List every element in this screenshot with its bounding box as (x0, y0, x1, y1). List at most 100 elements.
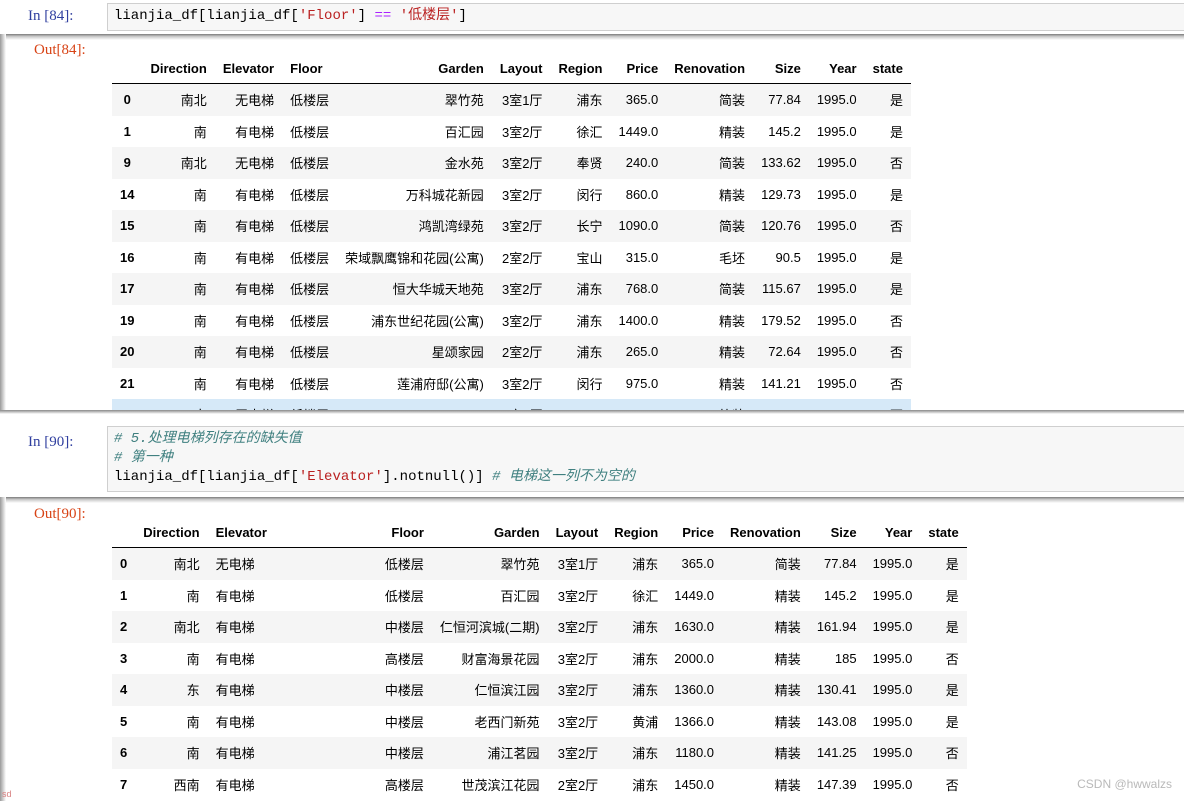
table-row[interactable]: 16 南 有电梯 低楼层 荣域飘鹰锦和花园(公寓) 2室2厅 宝山 315.0 毛坯 90.5 19… (112, 242, 911, 274)
table-cell: 仁恒河滨城(二期) (439, 620, 540, 636)
column-header: Renovation (722, 517, 809, 548)
column-header: Elevator (207, 517, 275, 548)
table-cell: 浦东 (576, 345, 603, 361)
table-cell: 2室2厅 (501, 250, 543, 266)
table-cell: 77.84 (824, 556, 857, 572)
table-cell: 精装 (719, 187, 746, 203)
code-input-84[interactable]: lianjia_df[lianjia_df['Floor'] == '低楼层'] (107, 3, 1184, 31)
table-row[interactable]: 7 西南 有电梯 高楼层 世茂滨江花园 2室2厅 浦东 1450.0 精装 147.39 1995.… (112, 769, 967, 801)
table-cell: 南 (193, 187, 207, 203)
row-index: 0 (120, 556, 128, 572)
table-cell: 315.0 (625, 249, 659, 265)
table-cell: 有电梯 (215, 651, 255, 667)
table-row[interactable]: 0 南北 无电梯 低楼层 翠竹苑 3室1厅 浦东 365.0 简装 77.84 1995.0 是 (112, 547, 967, 580)
table-row[interactable]: 20 南 有电梯 低楼层 星颂家园 2室2厅 浦东 265.0 精装 72.64 1995.0 否 (112, 336, 911, 368)
table-cell: 1995.0 (872, 650, 913, 666)
table-cell: 3室1厅 (557, 557, 599, 573)
table-cell: 是 (945, 588, 959, 604)
table-cell: 浦东 (632, 557, 659, 573)
table-cell: 简装 (719, 156, 746, 172)
table-cell: 低楼层 (290, 124, 330, 140)
table-row[interactable]: 2 南北 有电梯 中楼层 仁恒河滨城(二期) 3室2厅 浦东 1630.0 精装 161.94 19… (112, 611, 967, 643)
code-string: 'Floor' (298, 8, 358, 24)
row-index: 15 (120, 218, 135, 234)
table-cell: 是 (889, 187, 903, 203)
table-cell: 世茂滨江花园 (461, 777, 540, 793)
table-cell: 145.2 (824, 587, 857, 603)
table-cell: 有电梯 (235, 282, 275, 298)
column-header: Region (606, 517, 667, 548)
table-cell: 低楼层 (290, 93, 330, 109)
table-cell: 3室2厅 (557, 588, 599, 604)
table-cell: 低楼层 (290, 250, 330, 266)
row-index: 16 (120, 249, 135, 265)
row-index: 3 (120, 650, 128, 666)
table-cell: 145.2 (768, 123, 801, 139)
table-row[interactable]: 1 南有电梯 低楼层 百汇园 3室2厅 徐汇 1449.0 精装 145.2 1995.0 是 (112, 580, 967, 612)
table-row[interactable]: 21 南 有电梯 低楼层 莲浦府邸(公寓) 3室2厅 闵行 975.0 精装 141.21 1995… (112, 368, 911, 400)
code-line: lianjia_df[lianjia_df['Floor'] == '低楼层'] (114, 7, 1178, 26)
table-cell: 1995.0 (816, 218, 857, 234)
table-cell: 768.0 (625, 281, 659, 297)
table-cell: 翠竹苑 (444, 93, 484, 109)
table-cell: 1180.0 (675, 745, 715, 761)
output-bottom-shadow (0, 410, 1184, 414)
row-index: 5 (120, 713, 128, 729)
table-cell: 1995.0 (872, 776, 913, 792)
table-cell: 精装 (774, 620, 801, 636)
table-cell: 2室2厅 (501, 345, 543, 361)
table-cell: 1995.0 (816, 155, 857, 171)
table-cell: 南 (186, 651, 200, 667)
table-row[interactable]: 6 南有电梯 中楼层 浦江茗园 3室2厅 浦东 1180.0 精装 141.25 1995.0 否 (112, 737, 967, 769)
table-cell: 百汇园 (500, 588, 540, 604)
dataframe-table-90: Direction Elevator Floor Garden Layout Region… (112, 517, 967, 800)
table-cell: 精装 (774, 714, 801, 730)
table-cell: 南北 (180, 156, 207, 172)
table-row[interactable]: 9 南北 无电梯 低楼层 金水苑 3室2厅 奉贤 240.0 简装 133.62 1995.0 否 (112, 147, 911, 179)
table-cell: 南 (186, 714, 200, 730)
table-cell: 3室2厅 (501, 187, 543, 203)
table-cell: 130.41 (816, 682, 857, 698)
table-cell: 东 (186, 683, 200, 699)
table-cell: 金水苑 (444, 156, 484, 172)
table-cell: 黄浦 (632, 714, 659, 730)
table-cell: 179.52 (761, 312, 801, 328)
table-cell: 1995.0 (872, 587, 913, 603)
table-cell: 90.5 (775, 249, 801, 265)
table-row[interactable]: 1 南有电梯 低楼层 百汇园 3室2厅 徐汇 1449.0 精装 145.2 1995.0 是 (112, 116, 911, 148)
table-cell: 是 (945, 683, 959, 699)
table-row[interactable]: 19 南 有电梯 低楼层 浦东世纪花园(公寓) 3室2厅 浦东 1400.0 精装 179.52 1… (112, 305, 911, 337)
table-row[interactable]: 5 南有电梯 中楼层 老西门新苑 3室2厅 黄浦 1366.0 精装 143.08 1995.0 是 (112, 706, 967, 738)
table-cell: 1995.0 (872, 619, 913, 635)
table-row[interactable]: 15 南 有电梯 低楼层 鸿凯湾绿苑 3室2厅 长宁 1090.0 简装 120.76 1995.0… (112, 210, 911, 242)
table-row[interactable]: 3 南有电梯 高楼层 财富海景花园 3室2厅 浦东 2000.0 精装 185 1995.0 否 (112, 643, 967, 675)
table-cell: 精装 (774, 777, 801, 793)
table-cell: 精装 (719, 345, 746, 361)
column-header: Year (808, 53, 865, 84)
table-cell: 860.0 (625, 186, 659, 202)
table-cell: 3室2厅 (557, 714, 599, 730)
table-cell: 是 (945, 714, 959, 730)
table-cell: 浦东 (632, 683, 659, 699)
table-cell: 低楼层 (290, 282, 330, 298)
input-prompt-90: In [90]: (28, 434, 74, 450)
code-input-90[interactable]: # 5.处理电梯列存在的缺失值 # 第一种 lianjia_df[lianjia_d… (107, 426, 1184, 492)
table-row[interactable]: 4 东有电梯 中楼层 仁恒滨江园 3室2厅 浦东 1360.0 精装 130.41 1995.0 是 (112, 674, 967, 706)
table-cell: 有电梯 (235, 376, 275, 392)
table-row[interactable]: 14 南 有电梯 低楼层 万科城花新园 3室2厅 闵行 860.0 精装 129.73 1995.0… (112, 179, 911, 211)
table-cell: 高楼层 (384, 777, 424, 793)
row-index: 4 (120, 682, 128, 698)
table-cell: 是 (945, 620, 959, 636)
table-cell: 精装 (719, 376, 746, 392)
table-cell: 仁恒滨江园 (474, 683, 540, 699)
column-header: Layout (547, 517, 607, 548)
column-header: Renovation (666, 53, 754, 84)
table-cell: 3室2厅 (557, 651, 599, 667)
table-row[interactable]: 17 南 有电梯 低楼层 恒大华城天地苑 3室2厅 浦东 768.0 简装 115.67 1995.… (112, 273, 911, 305)
table-row[interactable]: 0 南北 无电梯 低楼层 翠竹苑 3室1厅 浦东 365.0 简装 77.84 1995.0 是 (112, 83, 911, 116)
dataframe-table-84: Direction Elevator Floor Garden Layout Region… (112, 53, 911, 412)
table-cell: 77.84 (768, 92, 801, 108)
column-header: Size (808, 517, 865, 548)
code-token: == (374, 8, 392, 24)
row-index: 9 (123, 155, 131, 171)
